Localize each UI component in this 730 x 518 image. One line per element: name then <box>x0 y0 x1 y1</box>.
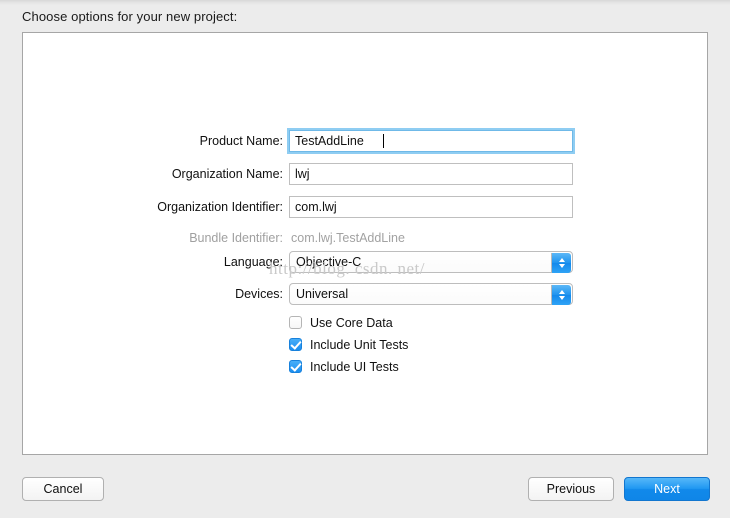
form-row-organization-identifier: Organization Identifier: <box>23 196 709 218</box>
language-select-value: Objective-C <box>296 255 361 269</box>
checkbox-label-include-ui-tests: Include UI Tests <box>310 360 399 374</box>
language-select[interactable]: Objective-C <box>289 251 573 273</box>
label-product-name: Product Name: <box>23 130 283 152</box>
checkbox-icon-checked[interactable] <box>289 338 302 351</box>
options-panel: Product Name: Organization Name: Organiz… <box>22 32 708 455</box>
checkbox-include-unit-tests[interactable]: Include Unit Tests <box>289 335 408 354</box>
organization-identifier-input[interactable] <box>289 196 573 218</box>
chevron-down-icon <box>559 296 565 300</box>
bundle-identifier-value: com.lwj.TestAddLine <box>291 227 405 249</box>
label-bundle-identifier: Bundle Identifier: <box>23 227 283 249</box>
checkbox-include-ui-tests[interactable]: Include UI Tests <box>289 357 399 376</box>
label-organization-identifier: Organization Identifier: <box>23 196 283 218</box>
form-row-devices: Devices: Universal <box>23 283 709 305</box>
product-name-input[interactable] <box>289 130 573 152</box>
cancel-button[interactable]: Cancel <box>22 477 104 501</box>
form-row-organization-name: Organization Name: <box>23 163 709 185</box>
chevron-updown-icon[interactable] <box>551 253 571 273</box>
text-caret <box>383 134 384 148</box>
chevron-up-icon <box>559 258 565 262</box>
label-language: Language: <box>23 251 283 273</box>
page-title: Choose options for your new project: <box>22 9 237 24</box>
devices-select[interactable]: Universal <box>289 283 573 305</box>
form-row-bundle-identifier: Bundle Identifier: com.lwj.TestAddLine <box>23 227 709 249</box>
label-devices: Devices: <box>23 283 283 305</box>
checkbox-label-use-core-data: Use Core Data <box>310 316 393 330</box>
checkbox-icon-unchecked[interactable] <box>289 316 302 329</box>
checkbox-icon-checked[interactable] <box>289 360 302 373</box>
form-row-language: Language: Objective-C <box>23 251 709 273</box>
chevron-up-icon <box>559 290 565 294</box>
previous-button[interactable]: Previous <box>528 477 614 501</box>
label-organization-name: Organization Name: <box>23 163 283 185</box>
check-icon <box>290 360 301 371</box>
organization-name-input[interactable] <box>289 163 573 185</box>
chevron-updown-icon[interactable] <box>551 285 571 305</box>
checkbox-label-include-unit-tests: Include Unit Tests <box>310 338 408 352</box>
chevron-down-icon <box>559 264 565 268</box>
checkbox-use-core-data[interactable]: Use Core Data <box>289 313 393 332</box>
check-icon <box>290 338 301 349</box>
next-button[interactable]: Next <box>624 477 710 501</box>
window-top-strip <box>0 0 730 5</box>
form-row-product-name: Product Name: <box>23 130 709 152</box>
devices-select-value: Universal <box>296 287 348 301</box>
